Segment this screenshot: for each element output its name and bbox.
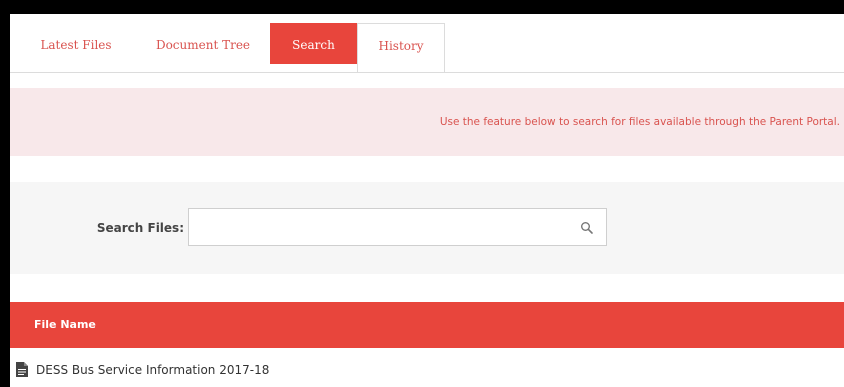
table-row[interactable]: DESS Bus Service Information 2017-18 <box>10 348 844 387</box>
search-panel: Search Files: <box>10 182 844 274</box>
info-banner-text: Use the feature below to search for file… <box>439 116 840 128</box>
search-files-input[interactable] <box>189 209 569 245</box>
file-tabs: Latest Files Document Tree Search Histor… <box>10 14 844 73</box>
file-icon <box>16 362 28 377</box>
search-files-label: Search Files: <box>96 221 184 235</box>
tab-search[interactable]: Search <box>270 23 357 64</box>
tab-document-tree[interactable]: Document Tree <box>136 23 270 72</box>
info-banner: Use the feature below to search for file… <box>10 88 844 156</box>
parent-portal-files-page: Latest Files Document Tree Search Histor… <box>10 14 844 387</box>
search-icon[interactable] <box>580 221 594 235</box>
file-name-link[interactable]: DESS Bus Service Information 2017-18 <box>36 348 269 387</box>
column-header-file-name[interactable]: File Name <box>34 302 96 348</box>
table-header: File Name <box>10 302 844 348</box>
tab-latest-files[interactable]: Latest Files <box>16 23 136 72</box>
search-box <box>188 208 607 246</box>
tab-history[interactable]: History <box>357 23 445 73</box>
